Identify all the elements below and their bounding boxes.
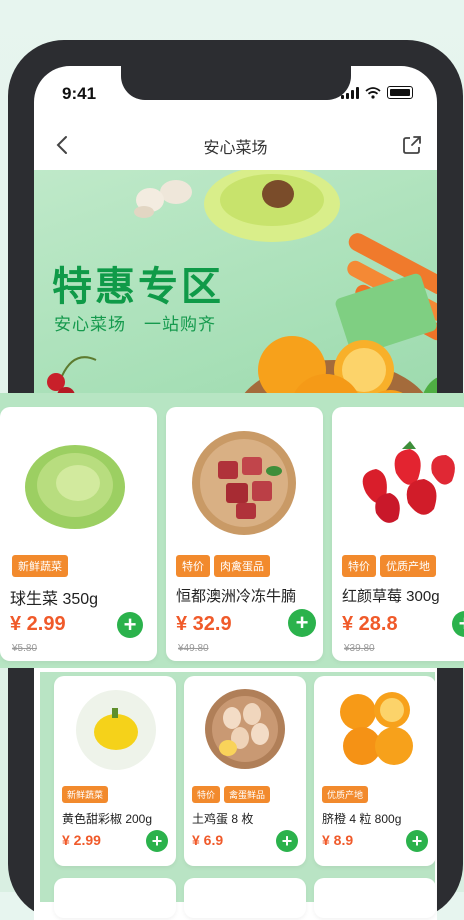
navbar: 安心菜场: [34, 126, 437, 166]
product-price: ¥ 2.99: [62, 832, 101, 848]
product-name: 黄色甜彩椒 200g: [62, 812, 153, 826]
eggs-image: [205, 689, 285, 769]
plus-icon: +: [151, 830, 163, 851]
product-card[interactable]: 特价 优质产地 红颜草莓 300g ¥ 28.8 ¥39.80 +: [332, 407, 464, 661]
product-card-partial: [184, 878, 306, 918]
product-card-partial: [54, 878, 176, 918]
badge-group: 特价 禽蛋鲜品: [192, 786, 271, 803]
add-to-cart-button[interactable]: +: [406, 830, 428, 852]
product-card[interactable]: 特价 肉禽蛋品 恒都澳洲冷冻牛腩 ¥ 32.9 ¥49.80 +: [166, 407, 323, 661]
product-price: ¥ 32.9: [176, 613, 232, 635]
tag-badge: 肉禽蛋品: [214, 555, 270, 577]
product-price: ¥ 8.9: [322, 832, 354, 848]
chevron-left-icon[interactable]: [52, 134, 74, 156]
add-to-cart-button[interactable]: +: [452, 611, 464, 637]
add-to-cart-button[interactable]: +: [288, 609, 316, 637]
product-name: 红颜草莓 300g: [342, 588, 440, 605]
badge-group: 优质产地: [322, 786, 369, 803]
tag-badge: 优质产地: [322, 786, 369, 803]
banner-title: 特惠专区: [52, 265, 224, 309]
tag-badge: 新鲜蔬菜: [12, 555, 68, 577]
tag-badge: 特价: [342, 555, 376, 577]
product-row-secondary: 新鲜蔬菜 黄色甜彩椒 200g ¥ 2.99 + 特价 禽蛋鲜品 土鸡蛋 8 枚…: [40, 672, 436, 918]
product-card[interactable]: 优质产地 脐橙 4 粒 800g ¥ 8.9 +: [314, 676, 436, 866]
orange-image: [340, 692, 413, 765]
original-price: ¥5.80: [12, 643, 38, 654]
status-time: 9:41: [62, 84, 97, 103]
plus-icon: +: [123, 612, 137, 637]
signal-icon: [341, 86, 359, 99]
wifi-icon: [365, 86, 381, 99]
badge-group: 特价 优质产地: [342, 555, 436, 577]
tag-badge: 特价: [176, 555, 210, 577]
tag-badge: 新鲜蔬菜: [62, 786, 109, 803]
page-title: 安心菜场: [203, 140, 268, 157]
plus-icon: +: [411, 830, 423, 851]
plus-icon: +: [281, 830, 293, 851]
share-icon[interactable]: [401, 134, 423, 156]
original-price: ¥39.80: [344, 643, 375, 654]
product-card[interactable]: 新鲜蔬菜 球生菜 350g ¥ 2.99 ¥5.80 +: [0, 407, 157, 661]
product-card[interactable]: 特价 禽蛋鲜品 土鸡蛋 8 枚 ¥ 6.9 +: [184, 676, 306, 866]
tag-badge: 特价: [192, 786, 221, 803]
product-name: 土鸡蛋 8 枚: [192, 812, 254, 826]
battery-icon: [387, 86, 413, 99]
status-icons: [341, 86, 413, 99]
add-to-cart-button[interactable]: +: [276, 830, 298, 852]
product-card[interactable]: 新鲜蔬菜 黄色甜彩椒 200g ¥ 2.99 +: [54, 676, 176, 866]
badge-group: 特价 肉禽蛋品: [176, 555, 270, 577]
product-card-partial: [314, 878, 436, 918]
original-price: ¥49.80: [178, 643, 209, 654]
beef-image: [192, 431, 296, 535]
product-name: 脐橙 4 粒 800g: [322, 812, 402, 826]
badge-group: 新鲜蔬菜: [62, 786, 109, 803]
product-price: ¥ 2.99: [10, 613, 66, 635]
product-price: ¥ 28.8: [342, 613, 398, 635]
lettuce-image: [25, 445, 125, 529]
product-name: 恒都澳洲冷冻牛腩: [176, 588, 297, 605]
add-to-cart-button[interactable]: +: [146, 830, 168, 852]
badge-group: 新鲜蔬菜: [12, 555, 68, 577]
tag-badge: 优质产地: [380, 555, 436, 577]
product-name: 球生菜 350g: [10, 591, 99, 608]
plus-icon: +: [295, 610, 309, 635]
banner-subtitle: 安心菜场 一站购齐: [54, 315, 216, 334]
status-bar: 9:41: [62, 84, 413, 108]
product-price: ¥ 6.9: [192, 832, 224, 848]
pepper-image: [76, 690, 156, 770]
product-row-featured: 新鲜蔬菜 球生菜 350g ¥ 2.99 ¥5.80 + 特价 肉禽蛋品 恒都澳…: [0, 393, 464, 668]
tag-badge: 禽蛋鲜品: [224, 786, 271, 803]
add-to-cart-button[interactable]: +: [117, 612, 143, 638]
plus-icon: +: [459, 611, 464, 637]
strawberry-image: [362, 441, 455, 523]
